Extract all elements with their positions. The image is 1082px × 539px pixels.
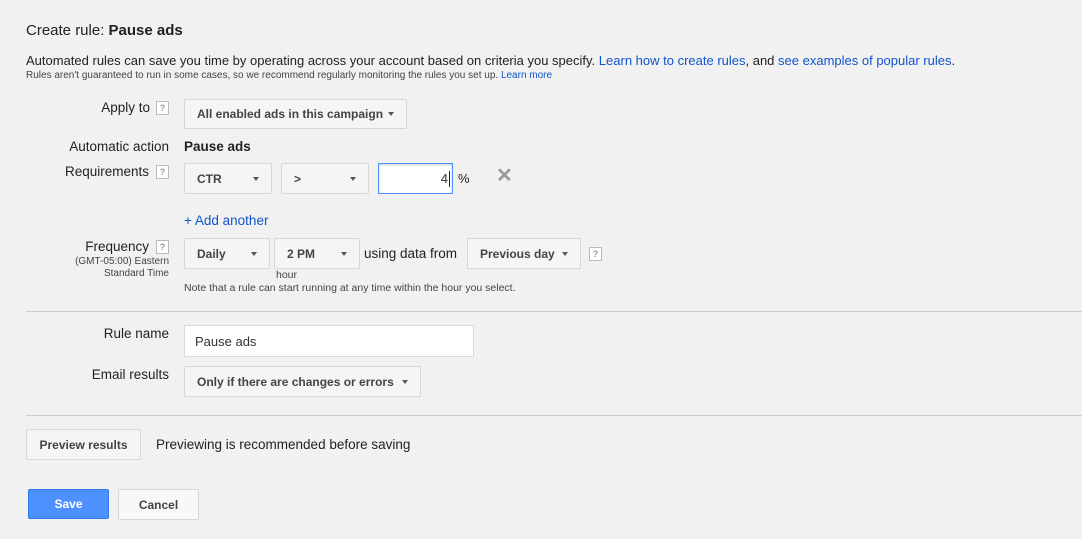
operator-dropdown[interactable]: > [281, 163, 369, 194]
timezone: (GMT-05:00) Eastern Standard Time [75, 256, 169, 280]
data-range-dropdown[interactable]: Previous day [467, 238, 581, 269]
remove-requirement-icon[interactable]: ✕ [496, 166, 513, 186]
chevron-down-icon [388, 112, 394, 116]
timezone-line1: (GMT-05:00) Eastern [75, 256, 169, 267]
apply-to-label: Apply to [101, 100, 150, 115]
frequency-period-dropdown[interactable]: Daily [184, 238, 270, 269]
apply-to-help-icon[interactable]: ? [156, 101, 169, 115]
metric-dropdown[interactable]: CTR [184, 163, 272, 194]
requirements-label: Requirements [64, 164, 149, 179]
data-range-help-icon[interactable]: ? [589, 247, 602, 261]
chevron-down-icon [251, 251, 257, 256]
requirements-help-icon[interactable]: ? [156, 165, 169, 179]
apply-to-dropdown[interactable]: All enabled ads in this campaign [184, 99, 407, 129]
timezone-line2: Standard Time [103, 268, 169, 279]
rule-name-value: Pause ads [195, 333, 257, 349]
apply-to-value: All enabled ads in this campaign [197, 107, 384, 121]
and-text: , and [745, 53, 775, 68]
using-data-from-label: using data from [364, 246, 458, 261]
preview-note: Previewing is recommended before saving [156, 437, 411, 452]
email-results-label: Email results [91, 367, 169, 382]
automatic-action-value: Pause ads [184, 139, 251, 154]
cancel-button[interactable]: Cancel [118, 489, 199, 520]
automatic-action-label: Automatic action [69, 139, 169, 154]
frequency-period-value: Daily [197, 246, 226, 261]
chevron-down-icon [253, 176, 259, 181]
period-text: . [951, 53, 956, 68]
data-range-value: Previous day [480, 246, 555, 261]
description: Automated rules can save you time by ope… [26, 53, 955, 68]
email-results-value: Only if there are changes or errors [197, 374, 394, 389]
hour-caption: hour [276, 269, 298, 281]
popular-rules-link[interactable]: see examples of popular rules [778, 53, 951, 68]
save-button[interactable]: Save [28, 489, 109, 519]
page-title: Create rule: Pause ads [26, 22, 183, 39]
threshold-input[interactable]: 4 [378, 163, 453, 194]
learn-more-link[interactable]: Learn more [501, 70, 552, 81]
frequency-label: Frequency [85, 239, 149, 254]
frequency-time-dropdown[interactable]: 2 PM [274, 238, 360, 269]
preview-results-button[interactable]: Preview results [26, 429, 141, 460]
metric-value: CTR [197, 171, 222, 186]
title-prefix: Create rule: [26, 22, 109, 39]
description-text: Automated rules can save you time by ope… [26, 53, 596, 68]
subnote-text: Rules aren't guaranteed to run in some c… [26, 70, 499, 81]
frequency-help-icon[interactable]: ? [156, 240, 169, 254]
chevron-down-icon [562, 251, 568, 256]
frequency-note: Note that a rule can start running at an… [184, 282, 516, 294]
text-cursor [449, 170, 450, 187]
rule-name-label: Rule name [103, 326, 169, 341]
chevron-down-icon [341, 251, 347, 256]
rule-title-name: Pause ads [108, 22, 183, 39]
operator-value: > [294, 171, 302, 186]
percent-unit: % [458, 171, 470, 186]
chevron-down-icon [402, 379, 408, 384]
chevron-down-icon [350, 176, 356, 181]
learn-create-rules-link[interactable]: Learn how to create rules [599, 53, 746, 68]
divider [26, 415, 1082, 416]
add-another-link[interactable]: + Add another [184, 213, 268, 228]
rule-name-input[interactable]: Pause ads [184, 325, 474, 357]
subnote: Rules aren't guaranteed to run in some c… [26, 70, 552, 81]
frequency-time-value: 2 PM [287, 246, 316, 261]
threshold-value: 4 [440, 171, 448, 186]
divider [26, 311, 1082, 312]
email-results-dropdown[interactable]: Only if there are changes or errors [184, 366, 421, 397]
